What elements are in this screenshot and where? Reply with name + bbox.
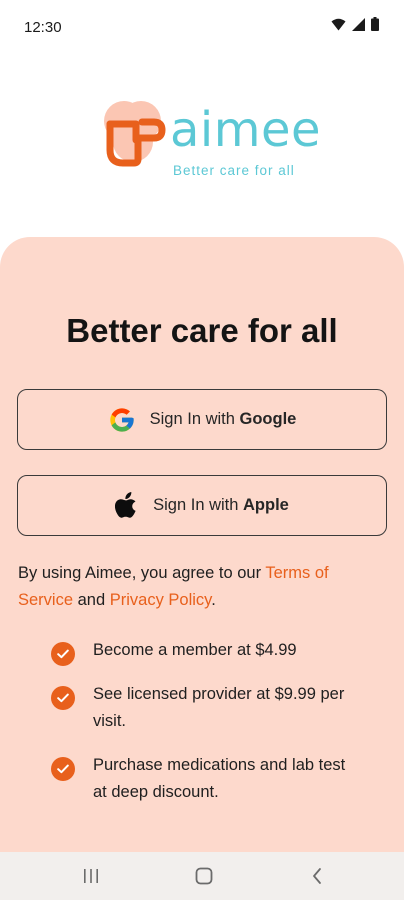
battery-icon (371, 17, 379, 36)
google-signin-label: Sign In with Google (149, 410, 297, 428)
recent-apps-button[interactable] (76, 864, 106, 888)
status-time: 12:30 (24, 19, 62, 36)
benefit-item: Become a member at $4.99 (51, 637, 371, 666)
check-icon (51, 686, 75, 710)
check-icon (51, 642, 75, 666)
terms-prefix: By using Aimee, you agree to our (18, 564, 266, 582)
terms-suffix: . (211, 591, 216, 609)
benefit-item: Purchase medications and lab test at dee… (51, 752, 371, 806)
back-icon (313, 868, 321, 884)
home-button[interactable] (189, 864, 219, 888)
status-bar: 12:30 (0, 0, 404, 52)
home-icon (195, 867, 213, 885)
google-signin-button[interactable]: Sign In with Google (17, 389, 387, 450)
status-icons (331, 17, 379, 36)
check-icon (51, 757, 75, 781)
page-title: Better care for all (66, 312, 338, 349)
benefit-item: See licensed provider at $9.99 per visit… (51, 681, 371, 735)
apple-signin-button[interactable]: Sign In with Apple (17, 475, 387, 536)
wifi-icon (331, 18, 346, 36)
google-icon (108, 406, 136, 434)
benefit-text: See licensed provider at $9.99 per visit… (93, 685, 345, 730)
benefit-text: Purchase medications and lab test at dee… (93, 756, 346, 801)
privacy-policy-link[interactable]: Privacy Policy (110, 591, 211, 609)
apple-signin-label: Sign In with Apple (153, 496, 289, 514)
back-button[interactable] (302, 864, 332, 888)
signal-icon (352, 17, 365, 36)
terms-notice: By using Aimee, you agree to our Terms o… (18, 560, 388, 614)
signin-sheet: Better care for all Sign In with Google … (0, 237, 404, 852)
aimee-logo-mark-icon (104, 101, 166, 167)
benefit-text: Become a member at $4.99 (93, 641, 297, 659)
apple-icon (115, 491, 139, 520)
recent-apps-icon (84, 869, 98, 883)
app-logo: aimee Better care for all (98, 100, 348, 184)
terms-middle: and (73, 591, 110, 609)
logo-wordmark: aimee (170, 102, 322, 158)
logo-tagline: Better care for all (173, 163, 295, 178)
system-nav-bar (0, 852, 404, 900)
